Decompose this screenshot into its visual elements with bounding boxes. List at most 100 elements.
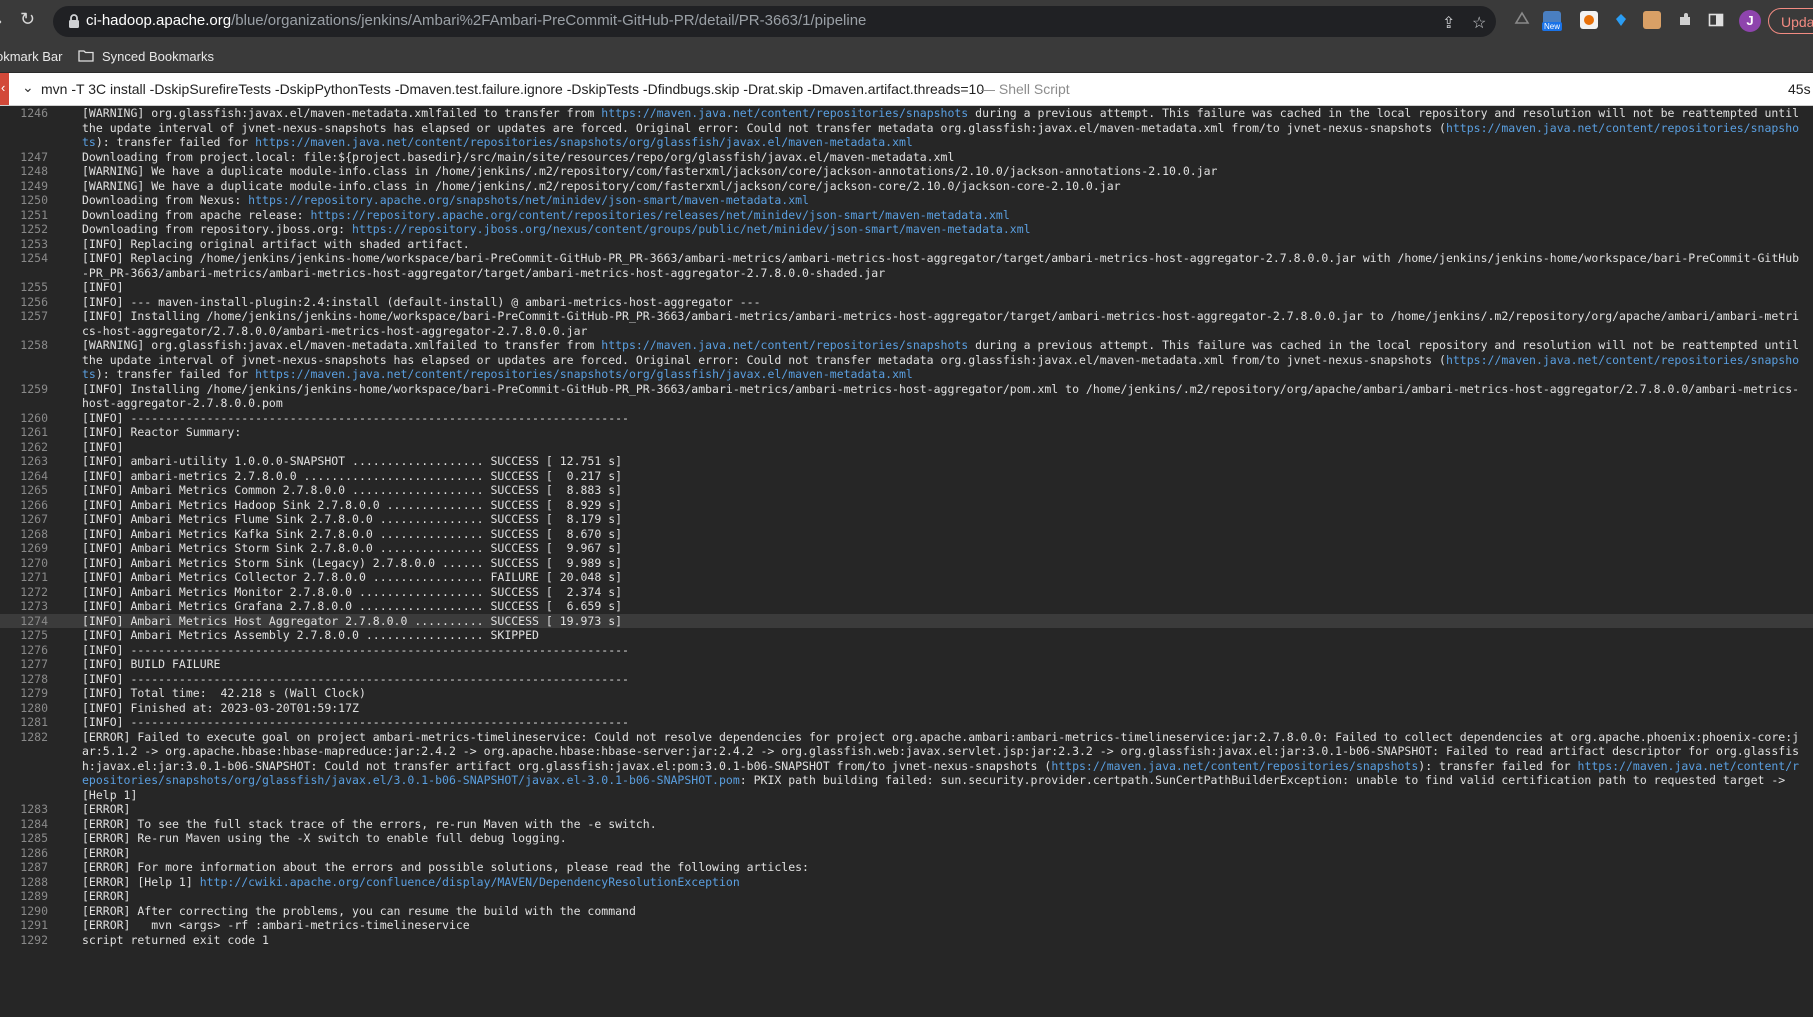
log-line: 1289 [ERROR] [0,889,1813,904]
log-link[interactable]: https://maven.java.net/content/repositor… [255,135,913,149]
address-bar[interactable]: ci-hadoop.apache.org/blue/organizations/… [53,6,1496,37]
line-number[interactable]: 1266 [0,498,48,513]
line-number[interactable]: 1259 [0,382,48,411]
line-number[interactable]: 1265 [0,483,48,498]
recycle-extension-icon[interactable] [1513,11,1531,29]
line-number[interactable]: 1249 [0,179,48,194]
line-number[interactable]: 1288 [0,875,48,890]
log-text: [ERROR] To see the full stack trace of t… [48,817,1813,832]
log-link[interactable]: http://cwiki.apache.org/confluence/displ… [200,875,740,889]
line-number[interactable]: 1291 [0,918,48,933]
log-text: [ERROR] [48,802,1813,817]
bookmark-star-icon[interactable]: ☆ [1472,13,1486,33]
log-segment: [INFO] ambari-utility 1.0.0.0-SNAPSHOT .… [82,454,623,468]
line-number[interactable]: 1248 [0,164,48,179]
log-text: [INFO] Installing /home/jenkins/jenkins-… [48,309,1813,338]
line-number[interactable]: 1273 [0,599,48,614]
avatar-extension-icon[interactable] [1643,11,1661,29]
line-number[interactable]: 1251 [0,208,48,223]
forward-icon[interactable]: › [0,11,2,32]
line-number[interactable]: 1262 [0,440,48,455]
sidepanel-icon[interactable] [1707,11,1725,29]
log-line: 1261 [INFO] Reactor Summary: [0,425,1813,440]
log-link[interactable]: https://maven.java.net/content/repositor… [601,106,968,120]
line-number[interactable]: 1286 [0,846,48,861]
line-number[interactable]: 1257 [0,309,48,338]
log-line: 1269 [INFO] Ambari Metrics Storm Sink 2.7… [0,541,1813,556]
line-number[interactable]: 1263 [0,454,48,469]
step-header[interactable]: ‹ ⌄ mvn -T 3C install -DskipSurefireTest… [0,73,1813,106]
line-number[interactable]: 1289 [0,889,48,904]
log-segment: [WARNING] We have a duplicate module-inf… [82,178,1121,193]
line-number[interactable]: 1292 [0,933,48,948]
line-number[interactable]: 1272 [0,585,48,600]
line-number[interactable]: 1287 [0,860,48,875]
line-number[interactable]: 1261 [0,425,48,440]
share-icon[interactable]: ⇪ [1442,13,1455,33]
log-text: Downloading from repository.jboss.org: h… [48,222,1813,237]
log-line: 1251 Downloading from apache release: htt… [0,208,1813,223]
line-number[interactable]: 1246 [0,106,48,150]
log-text: [WARNING] org.glassfish:javax.el/maven-m… [48,338,1813,382]
log-text: [INFO] ambari-metrics 2.7.8.0.0 ........… [48,469,1813,484]
line-number[interactable]: 1247 [0,150,48,165]
log-text: [INFO] Ambari Metrics Flume Sink 2.7.8.0… [48,512,1813,527]
log-line: 1276 [INFO] -----------------------------… [0,643,1813,658]
update-button[interactable]: Upda [1768,8,1813,34]
log-link[interactable]: https://repository.jboss.org/nexus/conte… [352,222,1031,236]
url-path: /blue/organizations/jenkins/Ambari%2FAmb… [231,12,867,29]
line-number[interactable]: 1267 [0,512,48,527]
log-line: 1275 [INFO] Ambari Metrics Assembly 2.7.8… [0,628,1813,643]
chevron-down-icon[interactable]: ⌄ [22,79,34,96]
log-text: [INFO] Ambari Metrics Common 2.7.8.0.0 .… [48,483,1813,498]
log-link[interactable]: https://repository.apache.org/content/re… [310,208,1009,222]
log-line: 1247 Downloading from project.local: file… [0,150,1813,165]
synced-bookmarks-item[interactable]: Synced Bookmarks [102,49,214,64]
bookmark-bar-item[interactable]: okmark Bar [0,49,62,64]
line-number[interactable]: 1271 [0,570,48,585]
line-number[interactable]: 1275 [0,628,48,643]
log-link[interactable]: https://maven.java.net/content/repositor… [601,338,968,352]
log-text: [ERROR] Re-run Maven using the -X switch… [48,831,1813,846]
log-text: [INFO] Installing /home/jenkins/jenkins-… [48,382,1813,411]
log-segment: [ERROR] For more information about the e… [82,860,809,874]
line-number[interactable]: 1285 [0,831,48,846]
line-number[interactable]: 1284 [0,817,48,832]
new-extension-icon[interactable]: New [1542,11,1563,31]
line-number[interactable]: 1252 [0,222,48,237]
line-number[interactable]: 1254 [0,251,48,280]
line-number[interactable]: 1255 [0,280,48,295]
line-number[interactable]: 1278 [0,672,48,687]
line-number[interactable]: 1264 [0,469,48,484]
reload-icon[interactable]: ↻ [20,9,35,30]
line-number[interactable]: 1250 [0,193,48,208]
line-number[interactable]: 1253 [0,237,48,252]
line-number[interactable]: 1282 [0,730,48,803]
line-number[interactable]: 1290 [0,904,48,919]
log-text: [INFO] Ambari Metrics Collector 2.7.8.0.… [48,570,1813,585]
line-number[interactable]: 1274 [0,614,48,629]
line-number[interactable]: 1256 [0,295,48,310]
line-number[interactable]: 1281 [0,715,48,730]
line-number[interactable]: 1283 [0,802,48,817]
log-link[interactable]: https://repository.apache.org/snapshots/… [248,193,809,207]
line-number[interactable]: 1260 [0,411,48,426]
log-line: 1286 [ERROR] [0,846,1813,861]
line-number[interactable]: 1276 [0,643,48,658]
profile-avatar[interactable]: J [1739,10,1761,32]
puzzle-extensions-icon[interactable] [1676,11,1694,29]
log-text: [INFO] Finished at: 2023-03-20T01:59:17Z [48,701,1813,716]
line-number[interactable]: 1258 [0,338,48,382]
line-number[interactable]: 1269 [0,541,48,556]
line-number[interactable]: 1280 [0,701,48,716]
log-link[interactable]: https://maven.java.net/content/repositor… [255,367,913,381]
log-link[interactable]: https://maven.java.net/content/repositor… [1051,759,1418,773]
log-segment: ): transfer failed for [95,367,256,381]
line-number[interactable]: 1270 [0,556,48,571]
pocket-extension-icon[interactable] [1580,11,1598,29]
gem-extension-icon[interactable] [1612,11,1630,29]
url-text[interactable]: ci-hadoop.apache.org/blue/organizations/… [86,12,866,29]
line-number[interactable]: 1277 [0,657,48,672]
line-number[interactable]: 1279 [0,686,48,701]
line-number[interactable]: 1268 [0,527,48,542]
